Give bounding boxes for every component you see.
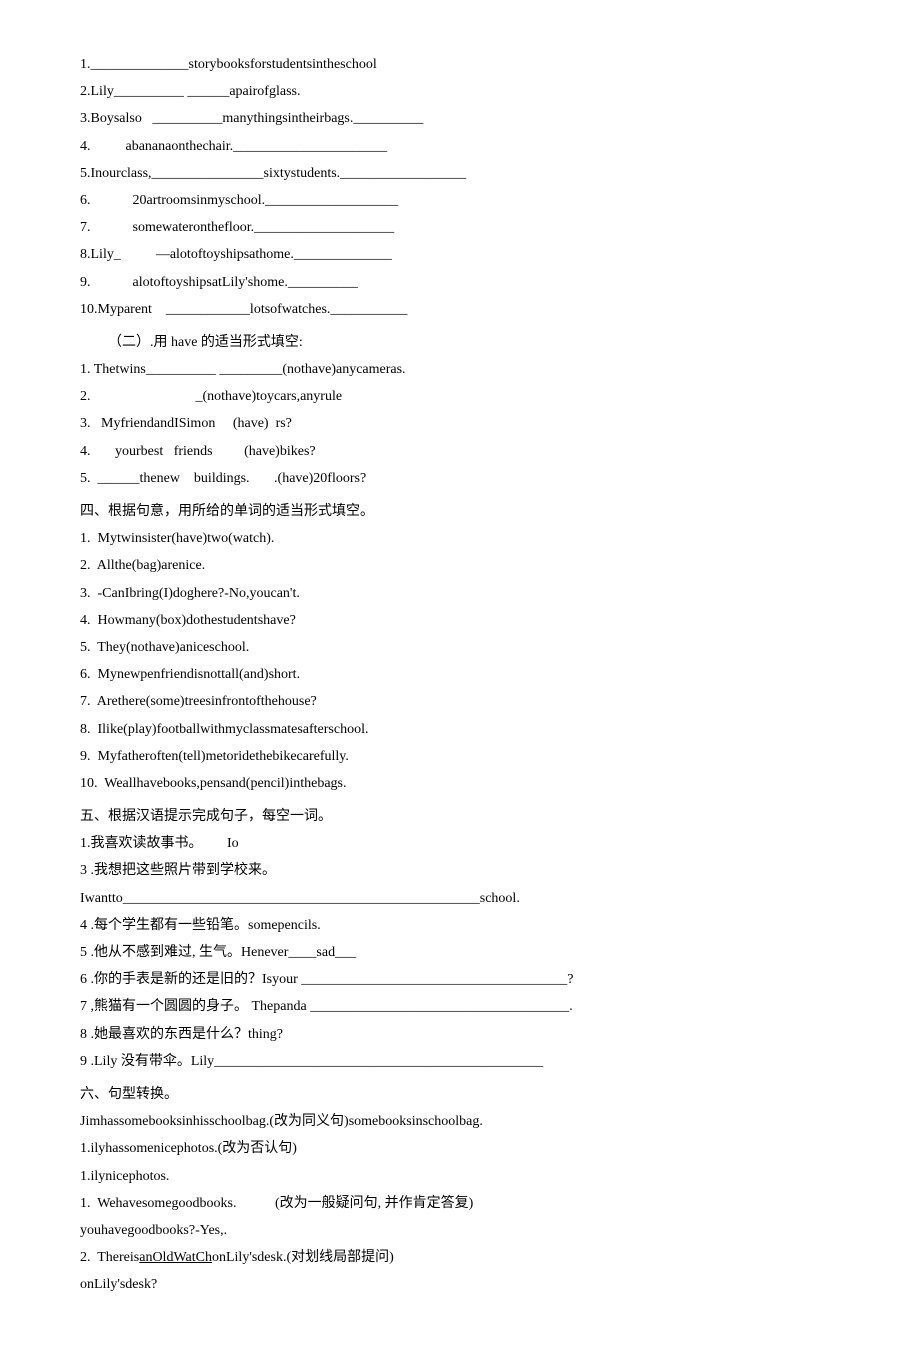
sec4-item-5: 5. They(nothave)aniceschool. (80, 635, 840, 660)
sec5-item-5: 5 .他从不感到难过, 生气。Henever____sad___ (80, 940, 840, 965)
section-1: 1.______________storybooksforstudentsint… (80, 52, 840, 322)
sec2-item-5: 5. ______thenew buildings. .(have)20floo… (80, 466, 840, 491)
section-2: 1. Thetwins__________ _________(nothave)… (80, 357, 840, 491)
sec1-item-2: 2.Lily__________ ______apairofglass. (80, 79, 840, 104)
sec5-item-9: 9 .Lily 没有带伞。Lily_______________________… (80, 1049, 840, 1074)
sec4-item-2: 2. Allthe(bag)arenice. (80, 553, 840, 578)
sec4-item-3: 3. -CanIbring(I)doghere?-No,youcan't. (80, 581, 840, 606)
section-2-title: （二）.用 have 的适当形式填空: (80, 330, 840, 355)
sec1-item-1: 1.______________storybooksforstudentsint… (80, 52, 840, 77)
sec5-item-1: 1.我喜欢读故事书。 Io (80, 831, 840, 856)
sec2-item-2: 2. _(nothave)toycars,anyrule (80, 384, 840, 409)
sec4-item-10: 10. Weallhavebooks,pensand(pencil)intheb… (80, 771, 840, 796)
sec1-item-7: 7. somewateronthefloor._________________… (80, 215, 840, 240)
sec4-item-6: 6. Mynewpenfriendisnottall(and)short. (80, 662, 840, 687)
section-5: 1.我喜欢读故事书。 Io 3 .我想把这些照片带到学校来。 Iwantto__… (80, 831, 840, 1074)
sec6-item-6: 2. ThereisanOldWatChonLily'sdesk.(对划线局部提… (80, 1245, 840, 1270)
sec6-item-2: 1.ilyhassomenicephotos.(改为否认句) (80, 1136, 840, 1161)
section-5-title: 五、根据汉语提示完成句子，每空一词。 (80, 804, 840, 829)
sec1-item-6: 6. 20artroomsinmyschool.________________… (80, 188, 840, 213)
sec5-item-8: 8 .她最喜欢的东西是什么？thing? (80, 1022, 840, 1047)
sec4-item-9: 9. Myfatheroften(tell)metoridethebikecar… (80, 744, 840, 769)
sec1-item-3: 3.Boysalso __________manythingsintheirba… (80, 106, 840, 131)
sec6-item-1: Jimhassomebooksinhisschoolbag.(改为同义句)som… (80, 1109, 840, 1134)
sec1-item-5: 5.Inourclass,________________sixtystuden… (80, 161, 840, 186)
sec1-item-8: 8.Lily_ —alotoftoyshipsathome.__________… (80, 242, 840, 267)
sec2-item-4: 4. yourbest friends (have)bikes? (80, 439, 840, 464)
sec6-item-7: onLily'sdesk? (80, 1272, 840, 1297)
sec6-item-3: 1.ilynicephotos. (80, 1164, 840, 1189)
sec6-item-4: 1. Wehavesomegoodbooks. (改为一般疑问句, 并作肯定答复… (80, 1191, 840, 1216)
sec5-item-4: 4 .每个学生都有一些铅笔。somepencils. (80, 913, 840, 938)
sec2-item-3: 3. MyfriendandISimon (have) rs? (80, 411, 840, 436)
sec2-item-1: 1. Thetwins__________ _________(nothave)… (80, 357, 840, 382)
sec5-item-2: 3 .我想把这些照片带到学校来。 (80, 858, 840, 883)
sec4-item-7: 7. Arethere(some)treesinfrontofthehouse? (80, 689, 840, 714)
section-6-title: 六、句型转换。 (80, 1082, 840, 1107)
sec1-item-10: 10.Myparent ____________lotsofwatches.__… (80, 297, 840, 322)
sec1-item-4: 4. abananaonthechair.___________________… (80, 134, 840, 159)
sec1-item-9: 9. alotoftoyshipsatLily'shome.__________ (80, 270, 840, 295)
sec5-item-7: 7 ,熊猫有一个圆圆的身子。 Thepanda ________________… (80, 994, 840, 1019)
sec5-item-3: Iwantto_________________________________… (80, 886, 840, 911)
sec5-item-6: 6 .你的手表是新的还是旧的？Isyour __________________… (80, 967, 840, 992)
underlined-text: anOldWatCh (139, 1250, 212, 1265)
section-4: 1. Mytwinsister(have)two(watch). 2. Allt… (80, 526, 840, 796)
sec4-item-4: 4. Howmany(box)dothestudentshave? (80, 608, 840, 633)
section-6: Jimhassomebooksinhisschoolbag.(改为同义句)som… (80, 1109, 840, 1297)
sec4-item-8: 8. Ilike(play)footballwithmyclassmatesaf… (80, 717, 840, 742)
sec4-item-1: 1. Mytwinsister(have)two(watch). (80, 526, 840, 551)
section-4-title: 四、根据句意，用所给的单词的适当形式填空。 (80, 499, 840, 524)
sec6-item-5: youhavegoodbooks?-Yes,. (80, 1218, 840, 1243)
